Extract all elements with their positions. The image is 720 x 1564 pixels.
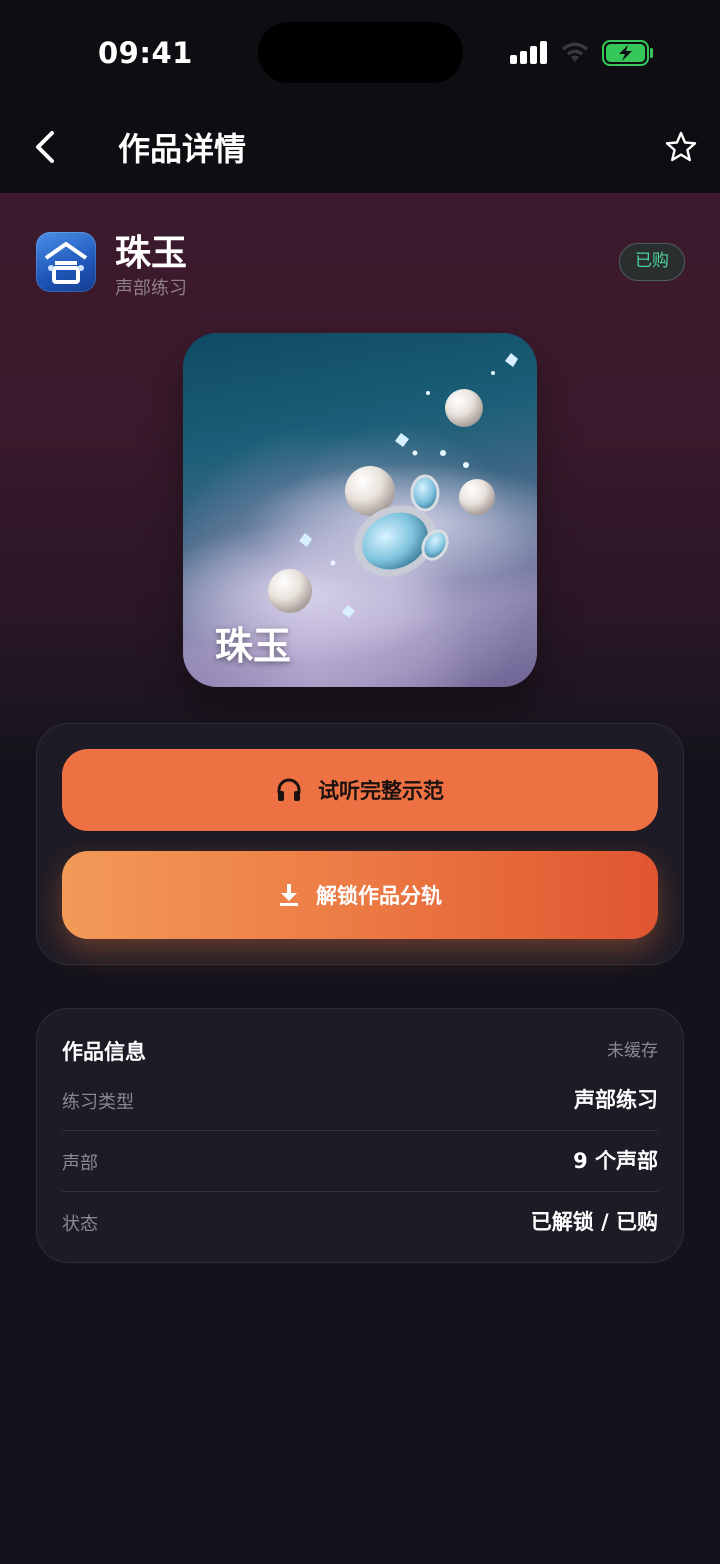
headphones-icon — [277, 778, 301, 801]
chevron-left-icon[interactable] — [30, 128, 60, 166]
info-row-key: 状态 — [62, 1214, 98, 1235]
cellular-signal-icon — [510, 40, 548, 64]
cover-art: 珠玉 — [183, 333, 537, 687]
nav-bar: 作品详情 — [0, 100, 720, 193]
info-row-status: 状态 已解锁 / 已购 — [62, 1192, 658, 1252]
listen-demo-button[interactable]: 试听完整示范 — [62, 749, 658, 831]
work-title: 珠玉 — [115, 232, 188, 274]
choir-app-icon — [36, 232, 96, 292]
wifi-icon — [562, 42, 588, 62]
listen-demo-label: 试听完整示范 — [318, 779, 444, 803]
status-bar: 09:41 — [0, 0, 720, 100]
unlock-tracks-label: 解锁作品分轨 — [316, 884, 442, 908]
cache-status: 未缓存 — [607, 1041, 658, 1061]
page-title: 作品详情 — [118, 130, 247, 168]
status-time: 09:41 — [98, 36, 193, 70]
battery-charging-icon — [602, 40, 653, 66]
purchased-badge: 已购 — [619, 243, 685, 281]
info-row-value: 9 个声部 — [573, 1149, 658, 1173]
info-row-key: 练习类型 — [62, 1092, 134, 1113]
unlock-tracks-button[interactable]: 解锁作品分轨 — [62, 851, 658, 939]
info-row-practice-type: 练习类型 声部练习 — [62, 1070, 658, 1130]
info-row-key: 声部 — [62, 1153, 98, 1174]
info-row-value: 已解锁 / 已购 — [530, 1210, 658, 1234]
cover-title: 珠玉 — [215, 623, 292, 668]
info-title: 作品信息 — [62, 1040, 146, 1064]
info-row-voices: 声部 9 个声部 — [62, 1131, 658, 1191]
work-subtitle: 声部练习 — [115, 278, 187, 299]
star-outline-icon[interactable] — [664, 130, 698, 164]
download-icon — [280, 884, 298, 906]
info-row-value: 声部练习 — [574, 1088, 658, 1112]
dynamic-island — [258, 22, 463, 83]
